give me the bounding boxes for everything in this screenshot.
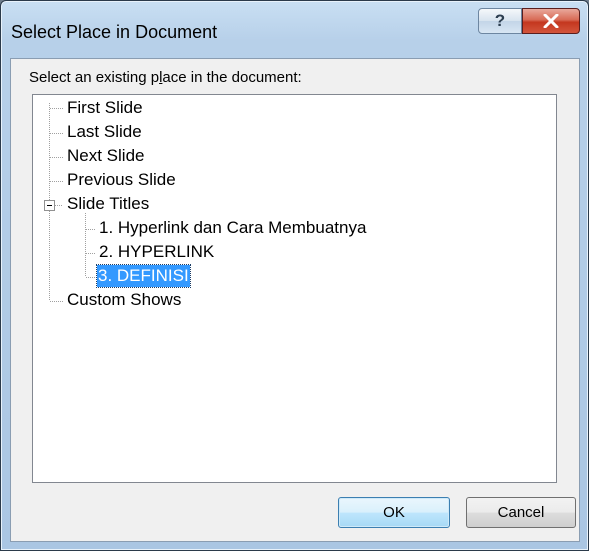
- tree-item-slide-titles[interactable]: Slide Titles: [66, 193, 150, 215]
- tree-item-next-slide[interactable]: Next Slide: [66, 145, 145, 167]
- prompt-text-before: Select an existing p: [29, 69, 160, 86]
- prompt-text-after: ace in the document:: [162, 69, 302, 86]
- tree-item-slide-3-selected[interactable]: 3. DEFINISI: [96, 264, 191, 288]
- tree-item-previous-slide[interactable]: Previous Slide: [66, 169, 177, 191]
- window-title: Select Place in Document: [11, 22, 218, 42]
- close-x-icon: [543, 14, 559, 28]
- help-button[interactable]: ?: [478, 8, 522, 34]
- dialog-window: Select Place in Document ? Select an exi…: [0, 0, 589, 551]
- tree-item-slide-2[interactable]: 2. HYPERLINK: [98, 241, 215, 263]
- document-place-tree[interactable]: First Slide Last Slide Next Slide Previo…: [32, 94, 557, 483]
- tree-item-last-slide[interactable]: Last Slide: [66, 121, 143, 143]
- dialog-body: Select an existing place in the document…: [10, 58, 580, 542]
- tree-prompt-label: Select an existing place in the document…: [29, 69, 302, 86]
- tree-item-slide-1[interactable]: 1. Hyperlink dan Cara Membuatnya: [98, 217, 367, 239]
- collapse-toggle-icon[interactable]: [44, 200, 55, 211]
- ok-button[interactable]: OK: [338, 497, 450, 528]
- title-bar[interactable]: Select Place in Document ?: [1, 1, 588, 57]
- tree-item-first-slide[interactable]: First Slide: [66, 97, 144, 119]
- tree-item-custom-shows[interactable]: Custom Shows: [66, 289, 182, 311]
- cancel-button[interactable]: Cancel: [466, 497, 576, 528]
- close-button[interactable]: [522, 8, 580, 34]
- help-icon: ?: [494, 11, 506, 30]
